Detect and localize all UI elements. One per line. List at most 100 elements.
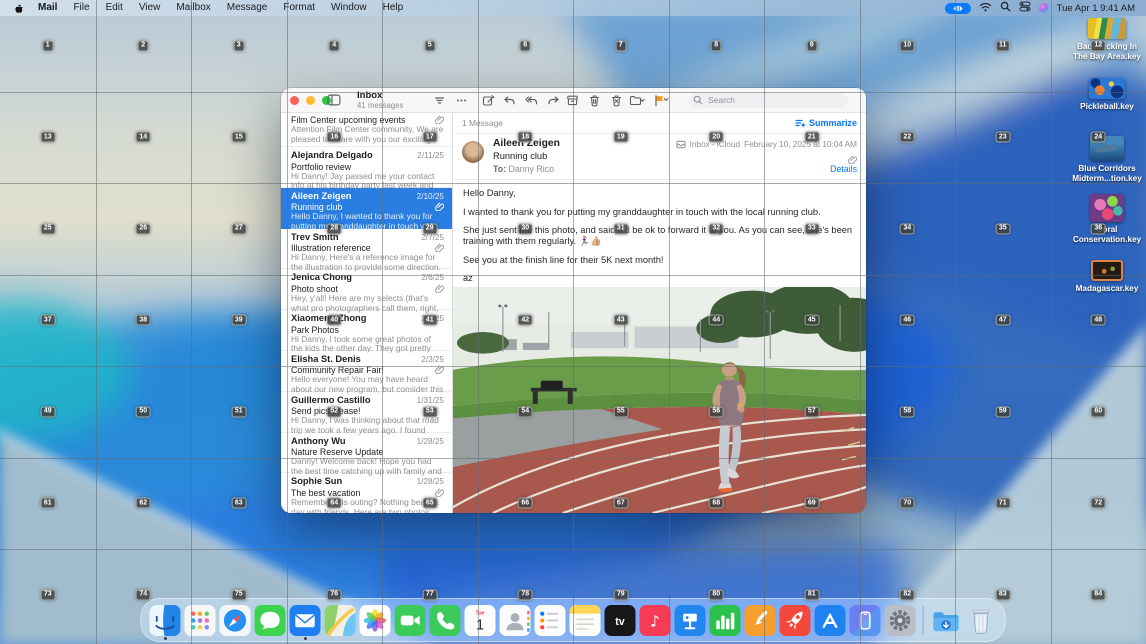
trash-button[interactable] [588,94,601,107]
dock-phone[interactable] [430,605,461,636]
dock-keynote[interactable] [675,605,706,636]
keynote-icon [675,605,706,636]
mailbox-name: Inbox - iCloud [690,140,741,149]
details-link[interactable]: Details [830,164,857,174]
dock-photos[interactable] [360,605,391,636]
menu-format[interactable]: Format [275,0,323,16]
message-subject: Community Repair Fair! [291,365,384,375]
flag-icon [653,94,669,107]
dock-safari[interactable] [220,605,251,636]
message-row[interactable]: Guillermo Castillo1/31/25Send pics pleas… [281,392,452,433]
forward-button[interactable] [547,94,560,107]
search-input[interactable] [706,94,835,106]
dock-launchpad[interactable] [185,605,216,636]
inbox-icon [676,140,686,149]
reply-icon [503,94,516,107]
dock-messages[interactable] [255,605,286,636]
dock-calendar[interactable]: Tue1 [465,605,496,636]
message-preview: Hi Danny, I took some great photos of th… [291,335,444,354]
message-row[interactable]: Film Center upcoming eventsAttention Fil… [281,113,452,147]
menu-file[interactable]: File [65,0,97,16]
siri-icon[interactable] [1039,3,1049,13]
system-settings-icon [885,605,916,636]
message-row[interactable]: Aileen Zeigen2/10/25Running clubHello Da… [281,188,452,229]
message-date: 2/4/25 [421,314,444,325]
desktop-icon-pickleball[interactable]: Pickleball.key [1068,78,1146,112]
message-date: 1/31/25 [417,396,444,407]
apple-menu[interactable] [0,2,30,15]
dock-maps[interactable] [325,605,356,636]
summarize-button[interactable]: Summarize [795,118,857,129]
reply-button[interactable] [503,94,516,107]
message-subject: Portfolio review [291,162,351,172]
dock-tv[interactable]: tv [605,605,636,636]
menu-edit[interactable]: Edit [98,0,131,16]
minimize-button[interactable] [306,96,315,105]
control-center-icon[interactable] [1019,1,1031,15]
dock-contacts[interactable] [500,605,531,636]
music-icon: ♪ [640,605,671,636]
message-row[interactable]: Sophie Sun1/28/25The best vacationRememb… [281,473,452,513]
dock-facetime[interactable] [395,605,426,636]
dock-app-store[interactable] [815,605,846,636]
dock-numbers[interactable] [710,605,741,636]
message-row[interactable]: Anthony Wu1/28/25Nature Reserve UpdateDa… [281,433,452,474]
message-row[interactable]: Jenica Chong2/6/25Photo shootHey, y'all!… [281,269,452,310]
dock-mail[interactable] [290,605,321,636]
menu-mailbox[interactable]: Mailbox [168,0,218,16]
desktop-icon-label: Backpacking In The Bay Area.key [1070,42,1144,61]
svg-text:Tue: Tue [476,610,485,616]
message-row[interactable]: Xiaomeng Zhong2/4/25Park PhotosHi Danny,… [281,310,452,351]
flag-button[interactable] [653,94,669,107]
dock-finder[interactable] [150,605,181,636]
menu-message[interactable]: Message [219,0,276,16]
wifi-icon[interactable] [979,2,992,15]
message-sender: Guillermo Castillo [291,395,371,406]
finder-icon [150,605,181,636]
spotlight-search-icon[interactable] [1000,1,1011,15]
desktop-icon-backpacking[interactable]: Backpacking In The Bay Area.key [1068,18,1146,61]
dock-rocket[interactable] [780,605,811,636]
close-button[interactable] [290,96,299,105]
dock-trash[interactable] [966,605,997,636]
phone-icon [430,605,461,636]
archive-button[interactable] [566,94,579,107]
message-date: 1/28/25 [417,437,444,448]
message-subject: Nature Reserve Update [291,447,383,457]
menu-bar-clock[interactable]: Tue Apr 1 9:41 AM [1057,3,1135,14]
menu-help[interactable]: Help [375,0,412,16]
to-label: To: [493,164,506,174]
menu-mail[interactable]: Mail [30,0,65,16]
message-preview: Attention Film Center community, We are … [291,125,444,144]
filter-button[interactable] [433,94,446,107]
dock-pages[interactable] [745,605,776,636]
message-row[interactable]: Trev Smith2/7/25Illustration referenceHi… [281,229,452,270]
desktop-icon-coral[interactable]: Coral Conservation.key [1068,194,1146,244]
dock-iphone-mirroring[interactable] [850,605,881,636]
reply-all-button[interactable] [525,94,538,107]
recipient-line: To: Danny Rico [493,164,554,174]
move-icon [629,94,645,107]
sidebar-toggle-icon[interactable] [327,93,341,112]
dock-music[interactable]: ♪ [640,605,671,636]
photo-attachment[interactable] [453,287,866,513]
desktop-icon-whale[interactable]: Blue Corridors Midterm...tion.key [1068,136,1146,183]
desktop-icon-madagascar[interactable]: Madagascar.key [1068,260,1146,294]
compose-button[interactable] [482,94,495,107]
screen-mirroring-indicator[interactable] [945,3,971,14]
dock-system-settings[interactable] [885,605,916,636]
dock-downloads[interactable] [931,605,962,636]
menu-window[interactable]: Window [323,0,375,16]
mailbox-date-line: Inbox - iCloud February 10, 2025 at 10:0… [676,140,857,149]
message-row[interactable]: Alejandra Delgado2/11/25Portfolio review… [281,147,452,188]
dock-reminders[interactable] [535,605,566,636]
dock-notes[interactable] [570,605,601,636]
junk-button[interactable] [610,94,623,107]
message-row[interactable]: Elisha St. Denis2/3/25Community Repair F… [281,351,452,392]
move-button[interactable] [629,94,645,107]
menu-view[interactable]: View [131,0,169,16]
message-subject: Film Center upcoming events [291,115,405,125]
search-field[interactable] [688,93,848,108]
mirroring-icon [951,4,965,13]
more-button[interactable] [455,94,468,107]
